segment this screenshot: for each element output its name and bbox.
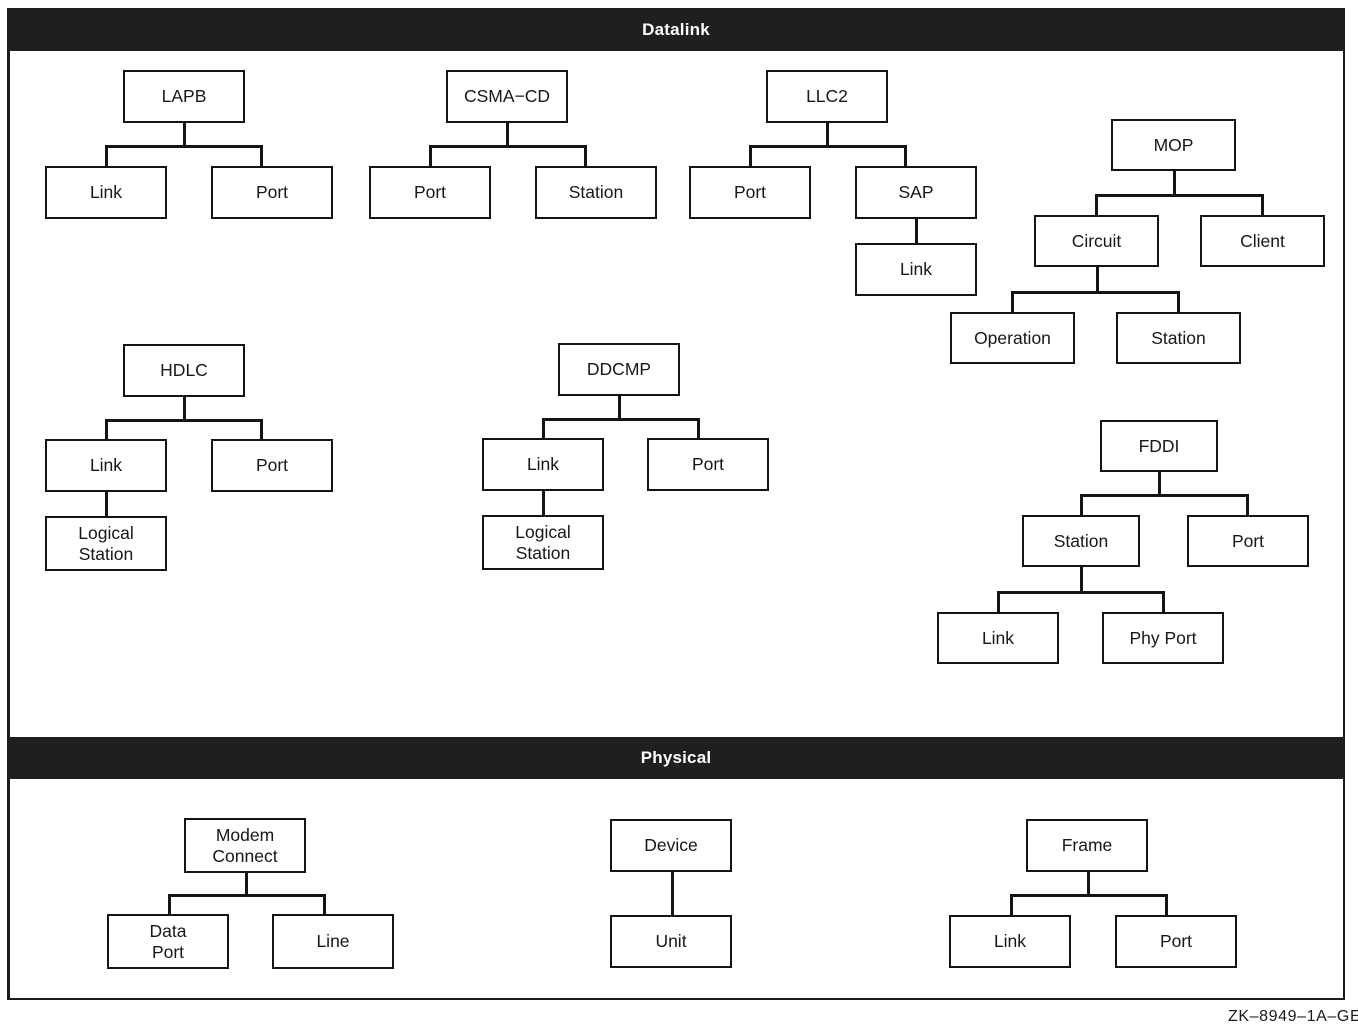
node-fddi-stn[interactable]: Station: [1022, 515, 1140, 567]
node-hdlc-lstn[interactable]: Logical Station: [45, 516, 167, 571]
connector-mop-stem: [1173, 171, 1176, 194]
connector-circ-r-drop: [1177, 291, 1180, 312]
node-device-unit[interactable]: Unit: [610, 915, 732, 968]
node-fddi[interactable]: FDDI: [1100, 420, 1218, 472]
connector-mop-r-drop: [1261, 194, 1264, 215]
connector-ddcmp-ldrop: [542, 418, 545, 438]
connector-hdlc-lstem: [105, 492, 108, 516]
connector-hdlc-r-drop: [260, 419, 263, 439]
connector-fddi-stem: [1158, 472, 1161, 494]
node-circ-oper[interactable]: Operation: [950, 312, 1075, 364]
node-ddcmp[interactable]: DDCMP: [558, 343, 680, 396]
connector-mop-l-drop: [1095, 194, 1098, 215]
node-frame-port[interactable]: Port: [1115, 915, 1237, 968]
node-llc2-sap[interactable]: SAP: [855, 166, 977, 219]
connector-ddcmp-lstem: [542, 491, 545, 515]
connector-modem-stem: [245, 873, 248, 894]
node-mop-circuit[interactable]: Circuit: [1034, 215, 1159, 267]
node-csmacd[interactable]: CSMA−CD: [446, 70, 568, 123]
connector-sap-stem: [915, 219, 918, 243]
node-csma-stn[interactable]: Station: [535, 166, 657, 219]
connector-modem-ldrop: [168, 894, 171, 914]
connector-frame-stem: [1087, 872, 1090, 894]
node-lapb-link[interactable]: Link: [45, 166, 167, 219]
connector-device-stem: [671, 872, 674, 915]
figure-id-caption: ZK–8949–1A–GE: [1228, 1008, 1358, 1025]
node-device[interactable]: Device: [610, 819, 732, 872]
node-hdlc-link[interactable]: Link: [45, 439, 167, 492]
frame-edge-left: [7, 8, 10, 1000]
connector-fddi-l-drop: [1080, 494, 1083, 515]
connector-ddcmp-bar: [542, 418, 699, 421]
node-csma-port[interactable]: Port: [369, 166, 491, 219]
node-hdlc-port[interactable]: Port: [211, 439, 333, 492]
connector-lapb-l-drop: [105, 145, 108, 166]
node-modem-line[interactable]: Line: [272, 914, 394, 969]
section-header-datalink: Datalink: [7, 8, 1345, 51]
connector-modem-rdrop: [323, 894, 326, 914]
connector-frame-rdrop: [1165, 894, 1168, 915]
node-modem-dport[interactable]: Data Port: [107, 914, 229, 969]
connector-ddcmp-rdrop: [697, 418, 700, 438]
connector-mop-bar: [1095, 194, 1263, 197]
section-title: Datalink: [642, 19, 710, 39]
connector-fddi-r-drop: [1246, 494, 1249, 515]
node-circ-stn[interactable]: Station: [1116, 312, 1241, 364]
connector-circ-bar: [1011, 291, 1179, 294]
connector-frame-ldrop: [1010, 894, 1013, 915]
connector-lapb-bar: [105, 145, 262, 148]
node-modem[interactable]: Modem Connect: [184, 818, 306, 873]
node-llc2[interactable]: LLC2: [766, 70, 888, 123]
node-fddi-link[interactable]: Link: [937, 612, 1059, 664]
node-sap-link[interactable]: Link: [855, 243, 977, 296]
node-hdlc[interactable]: HDLC: [123, 344, 245, 397]
node-llc2-port[interactable]: Port: [689, 166, 811, 219]
connector-llc2-stem: [826, 123, 829, 145]
section-title: Physical: [640, 748, 712, 767]
connector-csma-bar: [429, 145, 586, 148]
frame-edge-right: [1342, 8, 1345, 1000]
connector-fddi-bar: [1080, 494, 1248, 497]
connector-fstn-l-drop: [997, 591, 1000, 612]
node-lapb-port[interactable]: Port: [211, 166, 333, 219]
connector-llc2-r-drop: [904, 145, 907, 166]
node-mop[interactable]: MOP: [1111, 119, 1236, 171]
node-frame[interactable]: Frame: [1026, 819, 1148, 872]
connector-llc2-bar: [749, 145, 906, 148]
node-frame-link[interactable]: Link: [949, 915, 1071, 968]
connector-csma-stem: [506, 123, 509, 145]
connector-hdlc-stem: [183, 397, 186, 419]
section-header-physical: Physical: [7, 737, 1345, 779]
connector-fstn-bar: [997, 591, 1164, 594]
node-ddcmp-lstn[interactable]: Logical Station: [482, 515, 604, 570]
connector-csma-r-drop: [584, 145, 587, 166]
connector-circ-stem: [1096, 267, 1099, 291]
connector-modem-bar: [168, 894, 325, 897]
hierarchy-figure: Datalink Physical LAPB Link Port CSMA−CD Port S…: [0, 0, 1358, 1035]
node-lapb[interactable]: LAPB: [123, 70, 245, 123]
frame-edge-bottom: [7, 997, 1345, 1000]
connector-fstn-stem: [1080, 567, 1083, 591]
connector-circ-l-drop: [1011, 291, 1014, 312]
connector-frame-bar: [1010, 894, 1167, 897]
connector-hdlc-bar: [105, 419, 262, 422]
node-fddi-port[interactable]: Port: [1187, 515, 1309, 567]
node-ddcmp-link[interactable]: Link: [482, 438, 604, 491]
connector-fstn-r-drop: [1162, 591, 1165, 612]
node-ddcmp-port[interactable]: Port: [647, 438, 769, 491]
node-mop-client[interactable]: Client: [1200, 215, 1325, 267]
connector-hdlc-l-drop: [105, 419, 108, 439]
connector-llc2-l-drop: [749, 145, 752, 166]
connector-lapb-stem: [183, 123, 186, 145]
connector-lapb-r-drop: [260, 145, 263, 166]
connector-ddcmp-stem: [618, 396, 621, 418]
node-fddi-phy[interactable]: Phy Port: [1102, 612, 1224, 664]
connector-csma-l-drop: [429, 145, 432, 166]
